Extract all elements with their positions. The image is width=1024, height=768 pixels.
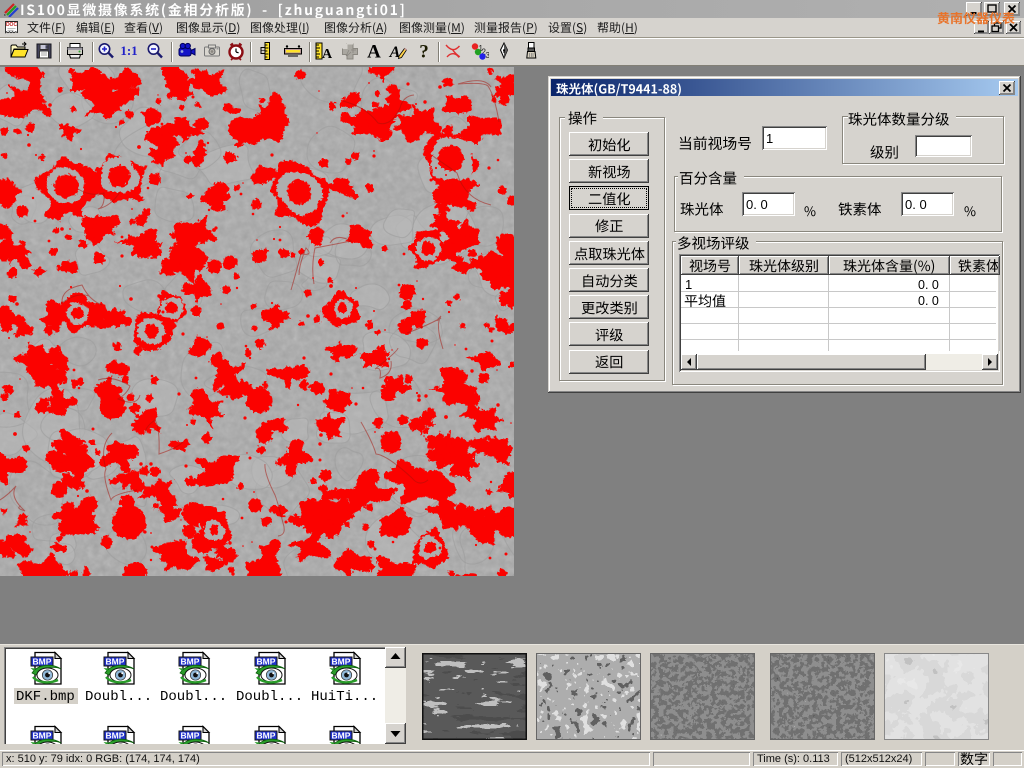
svg-text:A: A <box>367 42 381 62</box>
svg-text:?: ? <box>419 42 429 62</box>
svg-text:1:1: 1:1 <box>120 43 137 58</box>
svg-text:A: A <box>322 47 333 61</box>
svg-text:3: 3 <box>486 51 490 60</box>
svg-text:DOC: DOC <box>6 22 18 28</box>
